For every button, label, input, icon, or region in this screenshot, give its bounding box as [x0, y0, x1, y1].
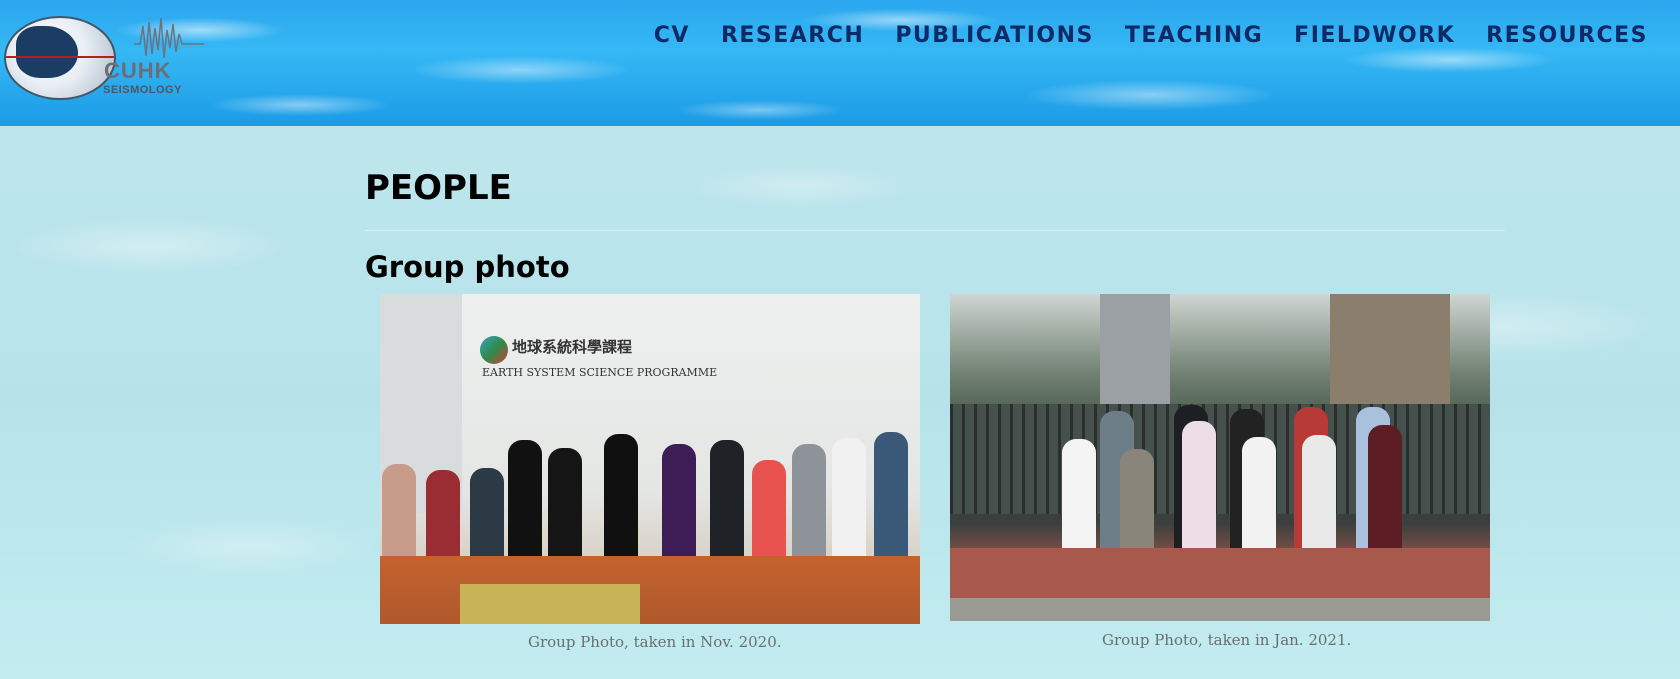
nav-resources[interactable]: RESOURCES — [1486, 23, 1648, 48]
programme-sign: 地球系統科學課程 — [512, 338, 633, 356]
fence — [950, 404, 1490, 514]
bench — [460, 584, 640, 624]
building — [1100, 294, 1170, 414]
curb — [950, 598, 1490, 621]
seismogram-icon — [134, 17, 204, 59]
page-title: PEOPLE — [365, 168, 512, 208]
nav-publications[interactable]: PUBLICATIONS — [895, 23, 1094, 48]
section-title: Group photo — [365, 250, 570, 284]
logo-subtext: SEISMOLOGY — [103, 84, 182, 96]
globe-icon — [4, 16, 116, 100]
nav-teaching[interactable]: TEACHING — [1125, 23, 1263, 48]
programme-sign-english: EARTH SYSTEM SCIENCE PROGRAMME — [482, 366, 718, 379]
sidewalk — [950, 548, 1490, 598]
photo-caption: Group Photo, taken in Nov. 2020. — [528, 633, 782, 651]
title-divider — [365, 230, 1505, 231]
nav-fieldwork[interactable]: FIELDWORK — [1294, 23, 1455, 48]
group-photo-jan-2021[interactable] — [950, 294, 1490, 621]
cuhk-seismology-logo[interactable]: CUHK SEISMOLOGY — [4, 14, 204, 100]
nav-research[interactable]: RESEARCH — [721, 23, 864, 48]
programme-logo-icon — [480, 336, 508, 364]
logo-text: CUHK — [104, 58, 172, 83]
photo-caption: Group Photo, taken in Jan. 2021. — [1102, 631, 1352, 649]
group-photo-nov-2020[interactable]: 地球系統科學課程 EARTH SYSTEM SCIENCE PROGRAMME — [380, 294, 920, 624]
site-header: CUHK SEISMOLOGY CV RESEARCH PUBLICATIONS… — [0, 0, 1680, 127]
main-nav: CV RESEARCH PUBLICATIONS TEACHING FIELDW… — [654, 23, 1648, 48]
nav-cv[interactable]: CV — [654, 23, 690, 48]
